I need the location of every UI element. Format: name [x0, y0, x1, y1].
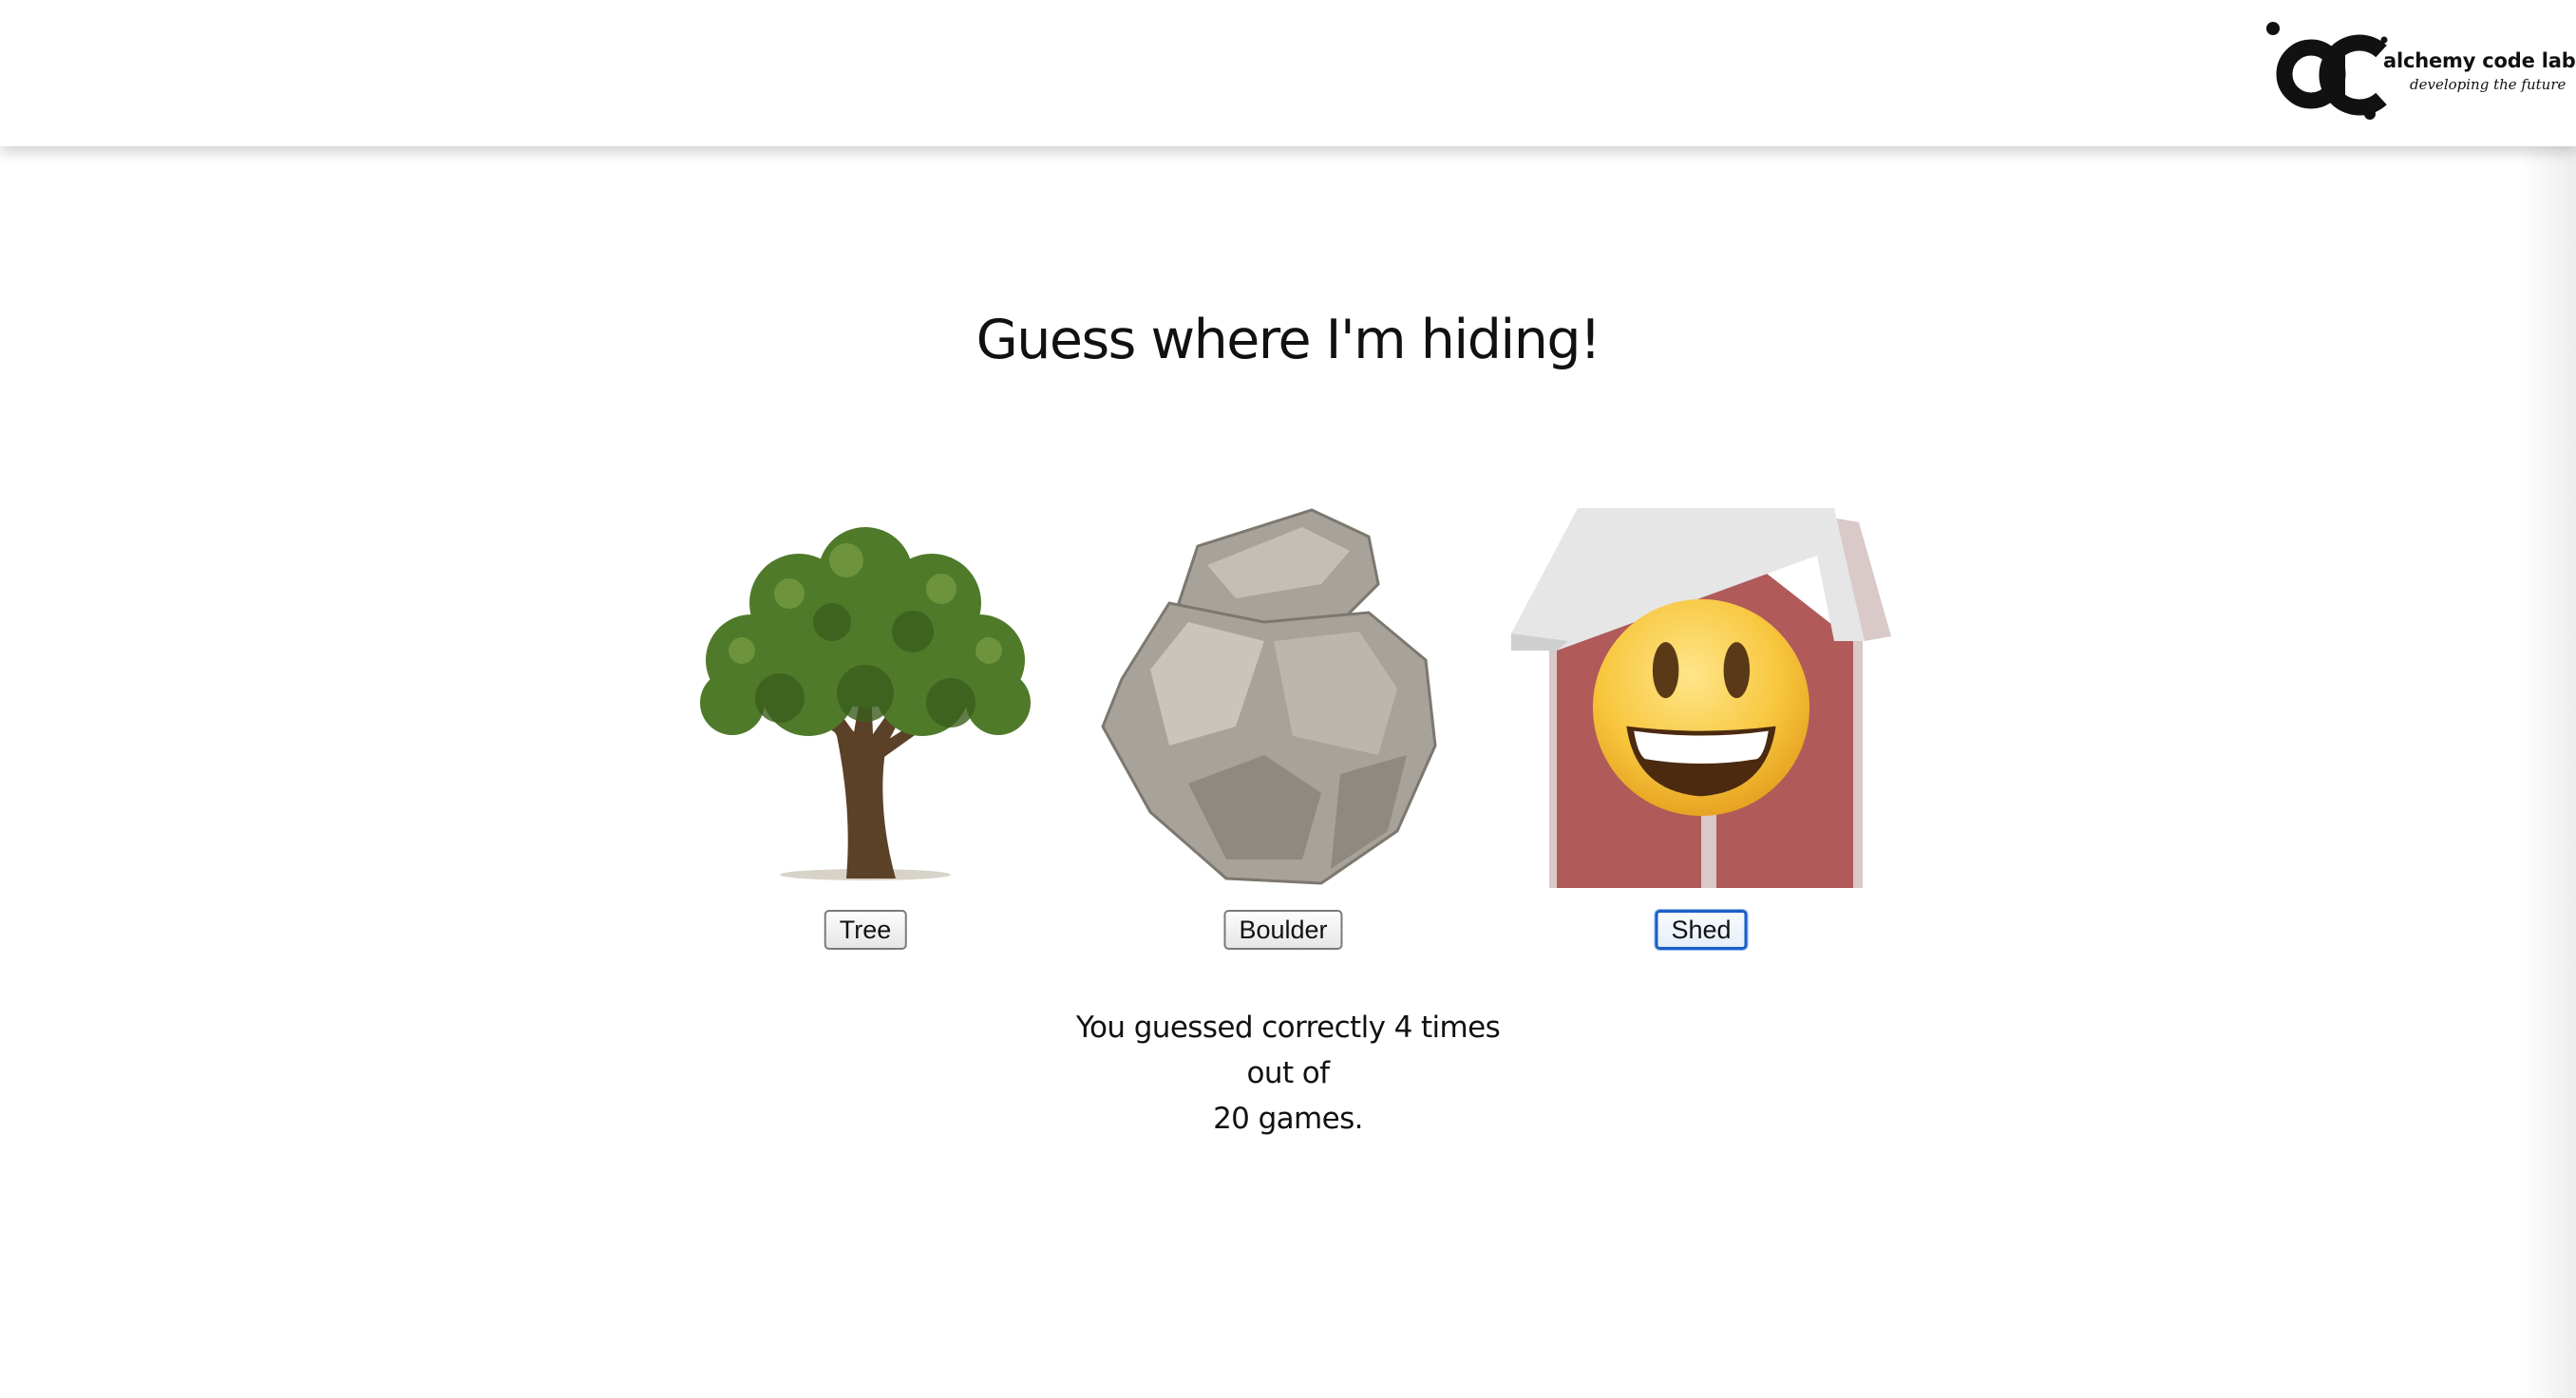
hiding-spot-shed: Shed — [1502, 508, 1901, 959]
guess-tree-button[interactable]: Tree — [824, 910, 907, 950]
score-prefix: You guessed correctly — [1075, 1011, 1394, 1045]
correct-count: 4 — [1393, 1011, 1413, 1045]
logo-tagline: developing the future — [2410, 76, 2567, 93]
tree-image — [700, 527, 1031, 880]
guess-boulder-button[interactable]: Boulder — [1223, 910, 1343, 950]
hiding-spot-boulder: Boulder — [1084, 508, 1483, 959]
boulder-image — [1101, 508, 1437, 885]
score-summary: You guessed correctly 4 times out of 20 … — [0, 1005, 2576, 1142]
page-title: Guess where I'm hiding! — [975, 309, 1601, 371]
guess-shed-button[interactable]: Shed — [1655, 910, 1748, 950]
logo-name: alchemy code lab — [2383, 49, 2576, 72]
score-suffix: times — [1411, 1011, 1501, 1045]
page-edge-shadow — [2519, 146, 2576, 1398]
games-suffix: games. — [1249, 1102, 1364, 1136]
score-line-2: out of — [1246, 1056, 1331, 1090]
hiding-spot-tree: Tree — [666, 508, 1065, 959]
total-games: 20 — [1213, 1102, 1250, 1136]
smiley-face-icon — [1592, 598, 1810, 817]
score-line-3: 20 games. — [0, 1096, 2576, 1142]
logo-mark-icon — [2266, 22, 2388, 120]
score-line-1: You guessed correctly 4 times — [0, 1005, 2576, 1050]
alchemy-code-lab-logo[interactable]: alchemy code lab developing the future — [2265, 19, 2576, 125]
site-header: alchemy code lab developing the future — [0, 0, 2576, 146]
